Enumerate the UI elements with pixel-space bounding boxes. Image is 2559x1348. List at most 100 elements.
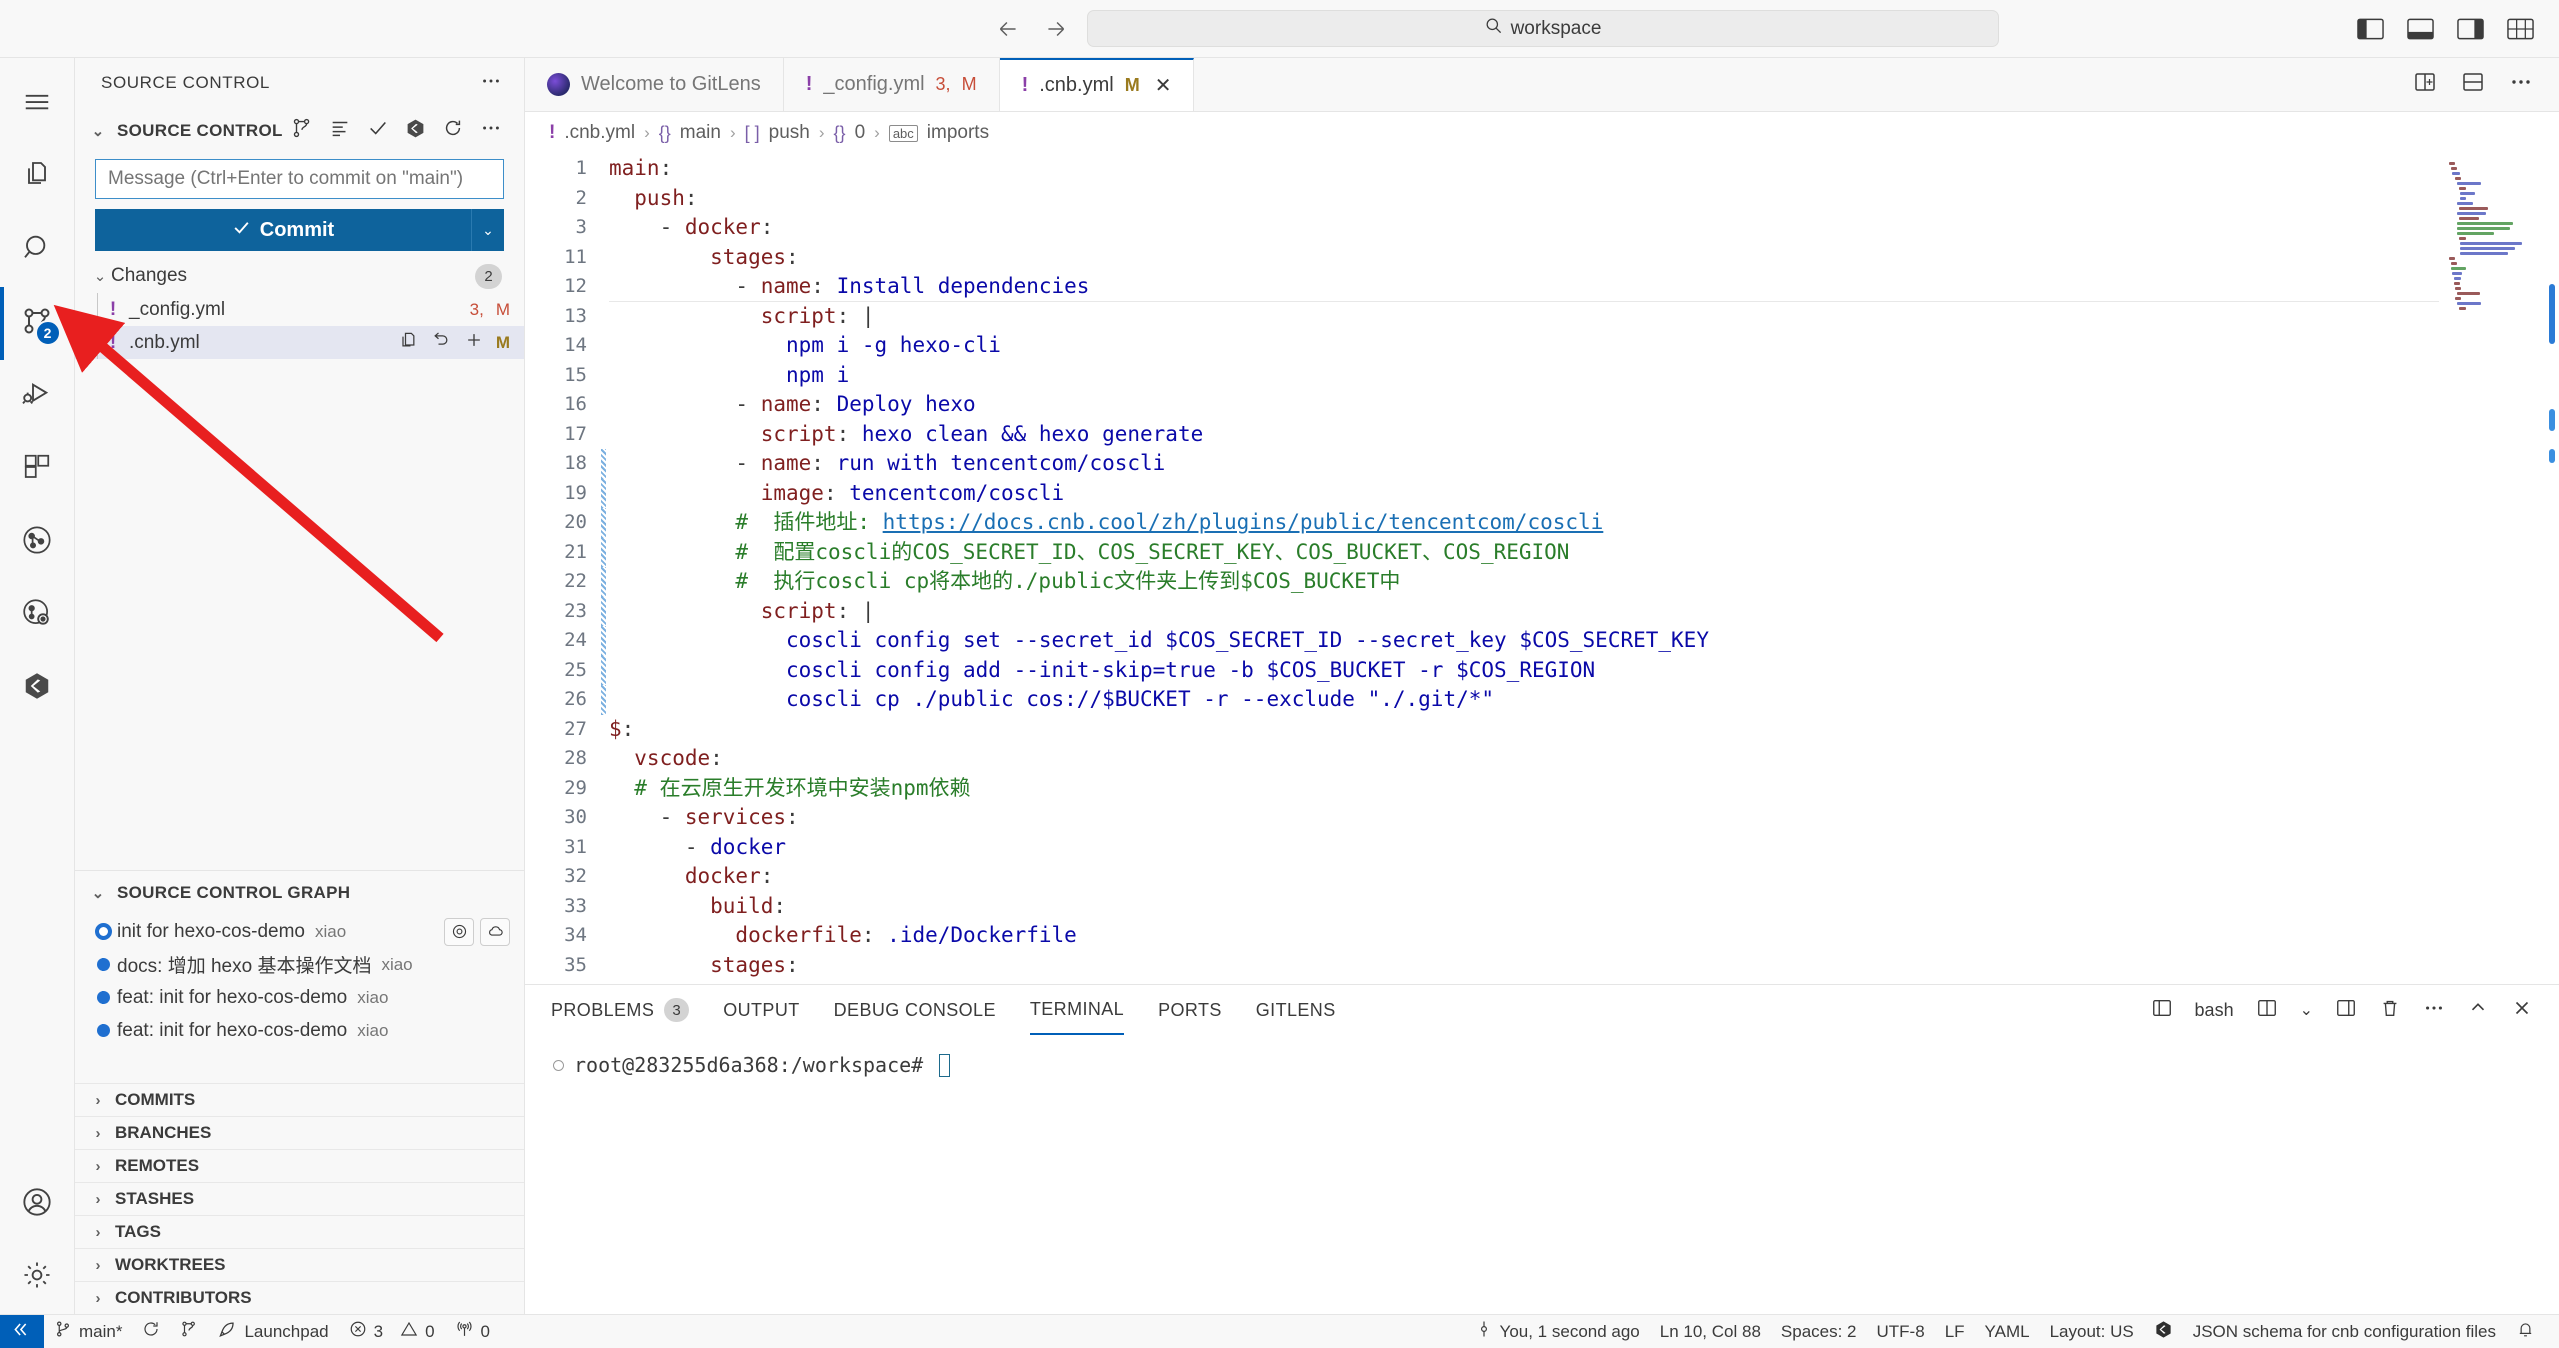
status-json-schema[interactable]: JSON schema for cnb configuration files — [2183, 1315, 2506, 1348]
ellipsis-icon[interactable] — [2423, 997, 2445, 1024]
discard-changes-icon[interactable] — [431, 330, 451, 356]
sidebar-section-commits[interactable]: › COMMITS — [75, 1083, 524, 1116]
status-problems[interactable]: 3 0 — [339, 1315, 445, 1348]
commit-dropdown-button[interactable]: ⌄ — [471, 209, 504, 251]
toggle-secondary-sidebar-icon[interactable] — [2457, 18, 2485, 40]
breadcrumb-item-index[interactable]: 0 — [855, 122, 866, 144]
minimap[interactable] — [2439, 154, 2559, 984]
terminal-shell-label[interactable]: bash — [2195, 1000, 2234, 1021]
toggle-panel-icon[interactable] — [2407, 18, 2435, 40]
status-keyboard-layout[interactable]: Layout: US — [2040, 1315, 2144, 1348]
ellipsis-icon[interactable] — [2509, 70, 2533, 100]
chevron-down-icon[interactable]: ⌄ — [2300, 1000, 2313, 1020]
sidebar-section-branches[interactable]: › BRANCHES — [75, 1116, 524, 1149]
sidebar-section-remotes[interactable]: › REMOTES — [75, 1149, 524, 1182]
breadcrumb-item-main[interactable]: main — [680, 122, 721, 144]
open-file-icon[interactable] — [398, 330, 418, 356]
breadcrumb-item-push[interactable]: push — [769, 122, 810, 144]
activity-bar-item-cnb[interactable] — [0, 652, 75, 725]
refresh-icon[interactable] — [442, 117, 464, 144]
new-terminal-icon[interactable] — [2151, 997, 2173, 1024]
panel-tab-ports[interactable]: PORTS — [1158, 985, 1222, 1035]
activity-bar-item-source-control[interactable]: 2 — [0, 287, 75, 360]
commit-button[interactable]: Commit — [95, 209, 471, 251]
view-as-list-icon[interactable] — [329, 117, 351, 144]
split-editor-icon[interactable] — [2413, 70, 2437, 100]
scm-graph-section-header[interactable]: ⌄ SOURCE CONTROL GRAPH — [75, 870, 524, 915]
panel-tab-debug-console[interactable]: DEBUG CONSOLE — [834, 985, 996, 1035]
cloud-icon[interactable] — [480, 917, 510, 946]
code-editor[interactable]: 1 2 3 11 12 13 14 15 16 17 18 19 20 21 22 23 24 25 26 27 28 2… — [525, 154, 2559, 984]
back-icon[interactable] — [991, 12, 1025, 46]
terminal-body[interactable]: root@283255d6a368:/workspace# — [525, 1035, 2559, 1314]
command-decoration-icon[interactable] — [553, 1059, 564, 1071]
source-control-icon[interactable] — [291, 117, 313, 144]
remote-window-indicator[interactable] — [0, 1314, 44, 1348]
status-source-control-graph[interactable] — [170, 1315, 208, 1348]
maximize-panel-icon[interactable] — [2467, 997, 2489, 1024]
activity-bar-item-gitlens-inspect[interactable] — [0, 579, 75, 652]
panel-tab-terminal[interactable]: TERMINAL — [1029, 985, 1125, 1035]
tab-cnb-yml[interactable]: ! .cnb.yml M ✕ — [999, 58, 1195, 111]
minimap-slider[interactable] — [2549, 284, 2555, 344]
activity-bar-item-accounts[interactable] — [0, 1168, 75, 1241]
status-indentation[interactable]: Spaces: 2 — [1771, 1315, 1867, 1348]
layout-panel-icon[interactable] — [2335, 997, 2357, 1024]
changed-file-row-cnb[interactable]: ! .cnb.yml M — [75, 326, 524, 359]
customize-layout-icon[interactable] — [2507, 18, 2535, 40]
sidebar-section-tags[interactable]: › TAGS — [75, 1215, 524, 1248]
activity-bar-item-explorer[interactable] — [0, 141, 75, 214]
panel-tab-output[interactable]: OUTPUT — [723, 985, 799, 1035]
sidebar-section-contributors[interactable]: › CONTRIBUTORS — [75, 1281, 524, 1314]
split-down-icon[interactable] — [2461, 70, 2485, 100]
cnb-hexagon-icon[interactable] — [405, 118, 426, 144]
focus-icon[interactable] — [444, 917, 474, 946]
activity-bar-item-settings[interactable] — [0, 1241, 75, 1314]
close-panel-icon[interactable] — [2511, 997, 2533, 1024]
ellipsis-icon[interactable] — [480, 117, 502, 144]
activity-bar-item-extensions[interactable] — [0, 433, 75, 506]
commit-message-input[interactable] — [95, 159, 504, 199]
tab-config-yml[interactable]: ! _config.yml 3, M — [783, 58, 1000, 111]
graph-commit-row[interactable]: feat: init for hexo-cos-demo xiao — [75, 1014, 524, 1047]
status-encoding[interactable]: UTF-8 — [1867, 1315, 1935, 1348]
graph-commit-row[interactable]: init for hexo-cos-demo xiao — [75, 915, 524, 948]
changes-group-header[interactable]: ⌄ Changes 2 — [75, 259, 524, 293]
graph-commit-row[interactable]: docs: 增加 hexo 基本操作文档 xiao — [75, 948, 524, 981]
status-branch[interactable]: main* — [44, 1315, 132, 1348]
status-git-blame[interactable]: You, 1 second ago — [1465, 1315, 1650, 1348]
commit-check-icon[interactable] — [367, 117, 389, 144]
views-more-actions-icon[interactable] — [480, 70, 502, 97]
panel-tab-problems[interactable]: PROBLEMS 3 — [551, 985, 690, 1035]
toggle-primary-sidebar-icon[interactable] — [2357, 18, 2385, 40]
quick-input-bar[interactable]: workspace — [1086, 10, 1999, 47]
stage-changes-icon[interactable] — [464, 330, 484, 356]
close-icon[interactable]: ✕ — [1155, 73, 1172, 98]
changed-file-row-config[interactable]: ! _config.yml 3, M — [75, 293, 524, 326]
activity-bar-item-search[interactable] — [0, 214, 75, 287]
status-notifications[interactable] — [2506, 1315, 2545, 1348]
status-ports[interactable]: 0 — [445, 1315, 500, 1348]
status-eol[interactable]: LF — [1935, 1315, 1975, 1348]
code-token[interactable]: https://docs.cnb.cool/zh/plugins/public/… — [883, 508, 1604, 538]
forward-icon[interactable] — [1039, 12, 1073, 46]
status-language-mode[interactable]: YAML — [1975, 1315, 2040, 1348]
status-cnb[interactable] — [2144, 1315, 2183, 1348]
status-sync[interactable] — [132, 1315, 170, 1348]
sidebar-section-stashes[interactable]: › STASHES — [75, 1182, 524, 1215]
split-terminal-icon[interactable] — [2256, 997, 2278, 1024]
status-launchpad[interactable]: Launchpad — [208, 1315, 338, 1348]
breadcrumb-item-file[interactable]: .cnb.yml — [564, 122, 635, 144]
breadcrumb-item-imports[interactable]: imports — [927, 122, 989, 144]
activity-bar-item-gitlens-graph[interactable] — [0, 506, 75, 579]
tab-welcome-to-gitlens[interactable]: Welcome to GitLens — [525, 58, 784, 111]
panel-tab-gitlens[interactable]: GITLENS — [1256, 985, 1336, 1035]
sidebar-section-worktrees[interactable]: › WORKTREES — [75, 1248, 524, 1281]
line-number: 12 — [564, 275, 587, 297]
status-cursor-position[interactable]: Ln 10, Col 88 — [1650, 1315, 1771, 1348]
kill-terminal-icon[interactable] — [2379, 997, 2401, 1024]
activity-bar-item-run-and-debug[interactable] — [0, 360, 75, 433]
activity-bar-item-menu[interactable] — [0, 68, 75, 141]
graph-commit-row[interactable]: feat: init for hexo-cos-demo xiao — [75, 981, 524, 1014]
scm-section-header[interactable]: ⌄ SOURCE CONTROL — [75, 108, 524, 153]
